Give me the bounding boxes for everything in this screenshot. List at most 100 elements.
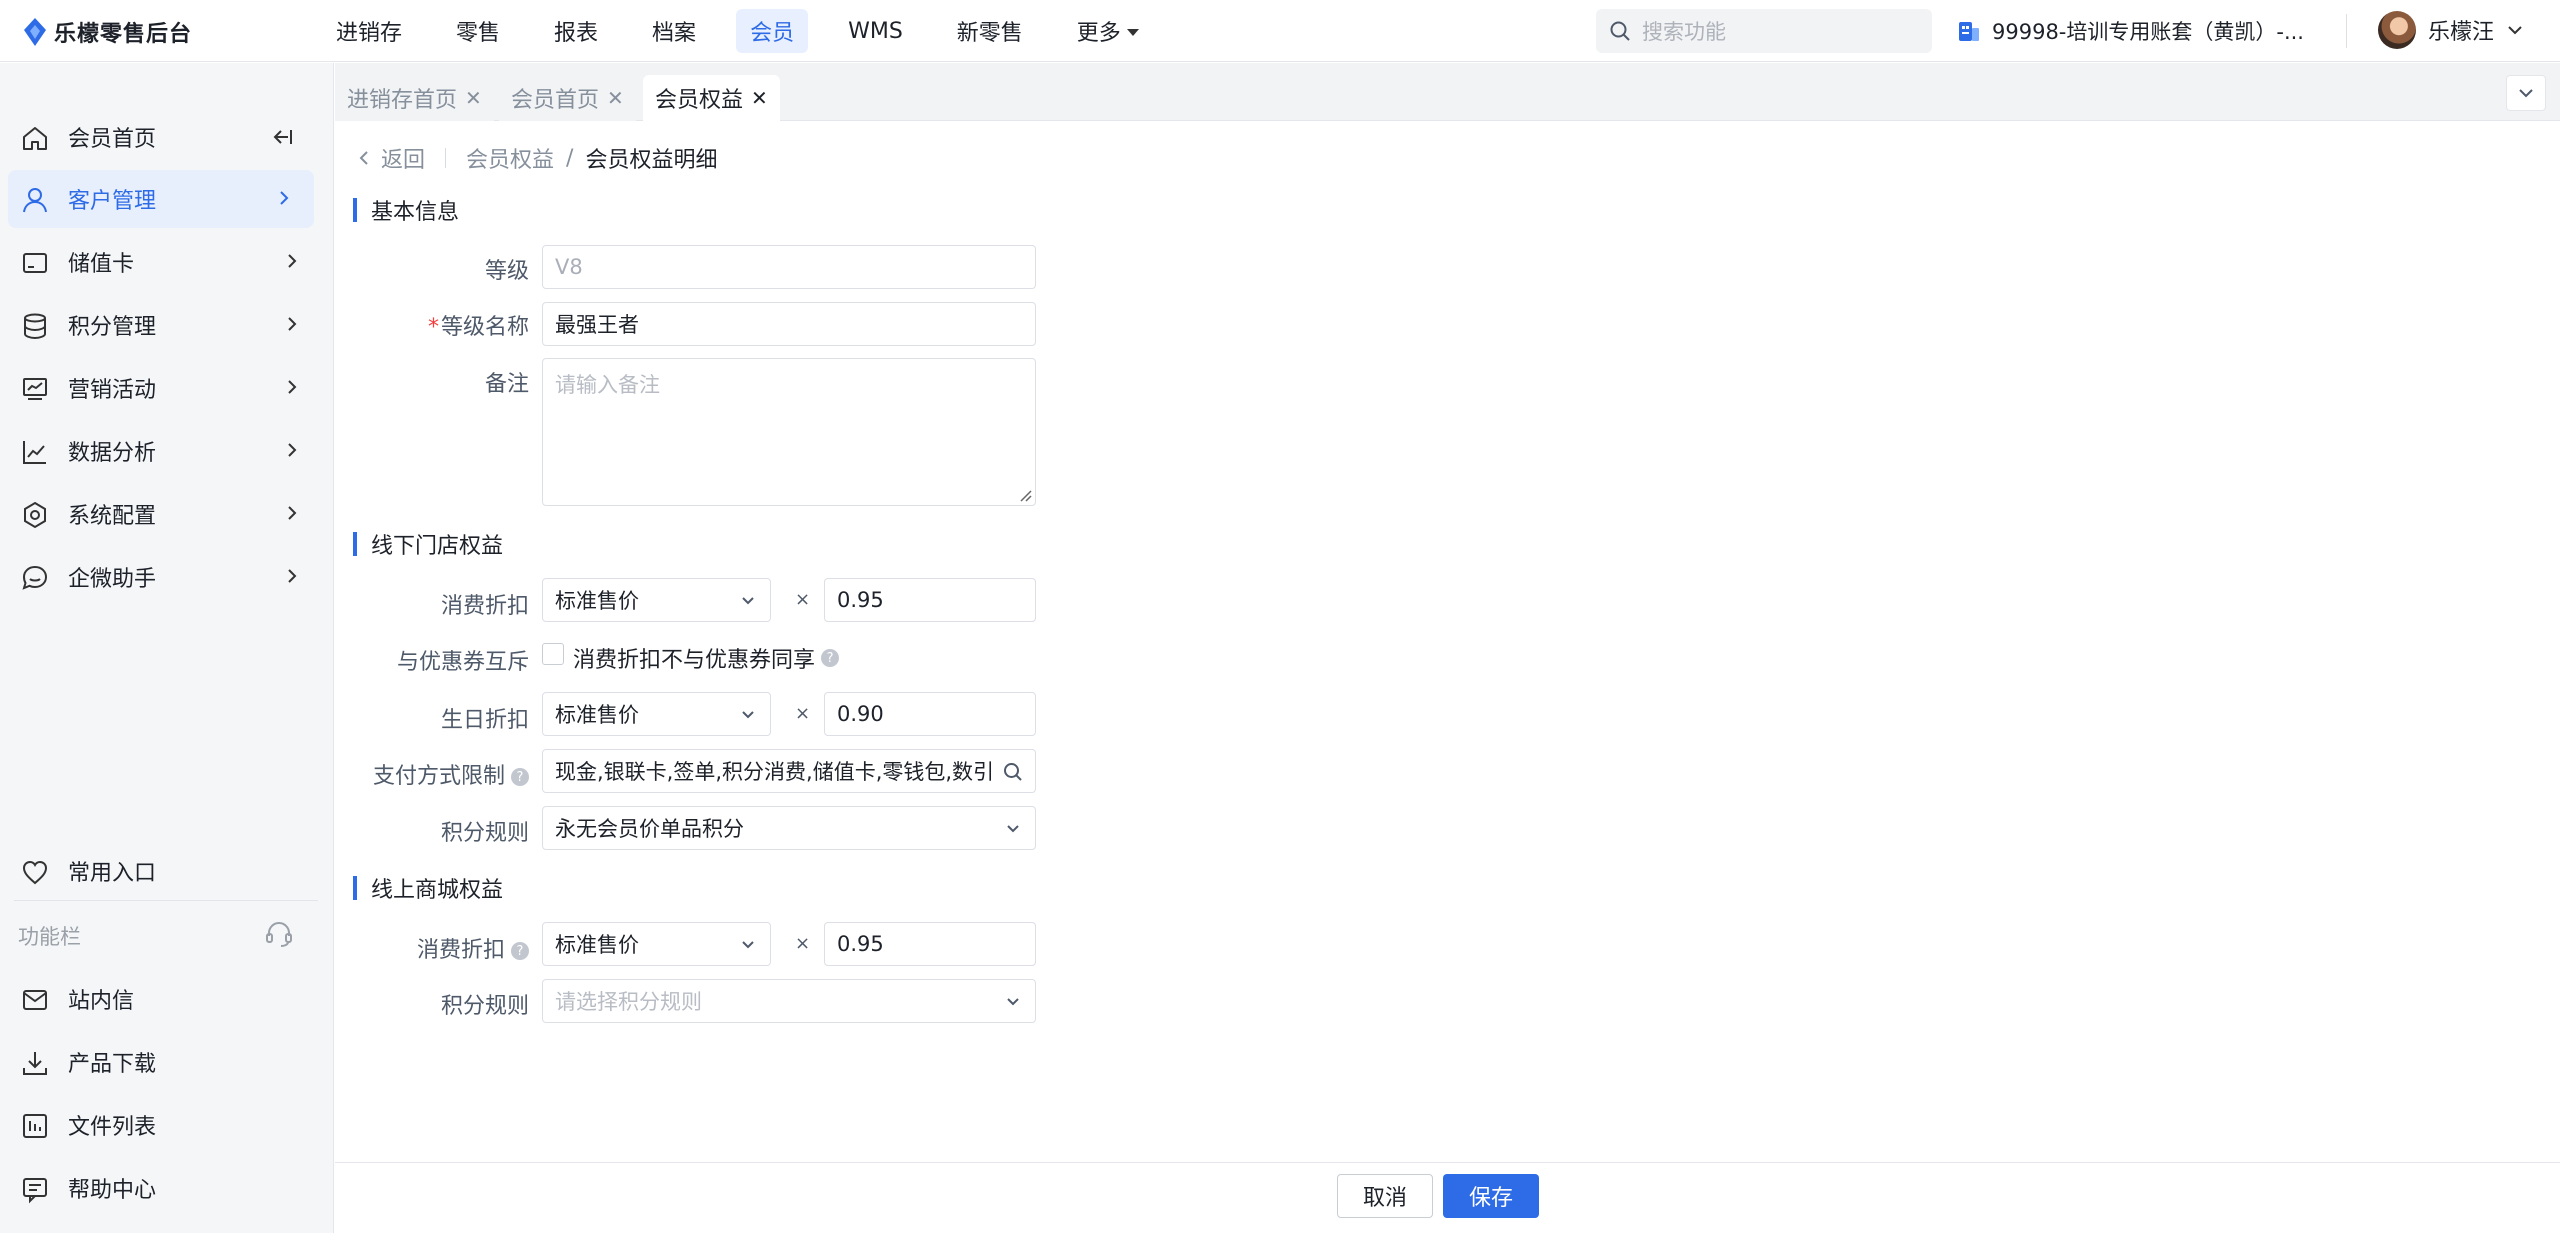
topnav-xinlingshou[interactable]: 新零售 bbox=[943, 9, 1037, 53]
birthday-discount-input[interactable]: 0.90 bbox=[824, 692, 1036, 736]
help-icon[interactable]: ? bbox=[511, 768, 529, 786]
birthday-discount-label: 生日折扣 bbox=[440, 708, 529, 733]
page-tabs: 进销存首页 ✕ 会员首页 ✕ 会员权益 ✕ bbox=[335, 63, 2560, 121]
sidebar-item-data-analysis[interactable]: 数据分析 bbox=[0, 422, 334, 480]
brand-logo[interactable]: 乐檬零售后台 bbox=[22, 16, 192, 48]
discount-value: 0.90 bbox=[837, 702, 884, 726]
top-nav: 进销存 零售 报表 档案 会员 WMS 新零售 更多 bbox=[322, 0, 1179, 62]
offline-discount-price-select[interactable]: 标准售价 bbox=[542, 578, 771, 622]
offline-points-select[interactable]: 永无会员价单品积分 bbox=[542, 806, 1036, 850]
collapse-sidebar-icon[interactable] bbox=[270, 125, 294, 149]
exclusive-checkbox-label[interactable]: 消费折扣不与优惠券同享? bbox=[573, 642, 840, 674]
topnav-baobiao[interactable]: 报表 bbox=[540, 9, 612, 53]
download-icon bbox=[23, 1052, 47, 1075]
back-link[interactable]: 返回 bbox=[357, 142, 425, 174]
topnav-dangan[interactable]: 档案 bbox=[638, 9, 710, 53]
sidebar-item-label: 营销活动 bbox=[68, 378, 157, 403]
exclusive-text: 消费折扣不与优惠券同享 bbox=[573, 648, 816, 673]
sidebar-item-system-config[interactable]: 系统配置 bbox=[0, 485, 334, 543]
brand-name: 乐檬零售后台 bbox=[54, 22, 193, 47]
chevron-right-icon bbox=[288, 380, 297, 394]
top-divider bbox=[2346, 14, 2347, 48]
payment-limit-label: 支付方式限制? bbox=[329, 758, 529, 790]
sidebar-item-points[interactable]: 积分管理 bbox=[0, 296, 334, 354]
help-icon bbox=[23, 1178, 47, 1204]
topnav-label: WMS bbox=[848, 18, 903, 44]
remark-label: 备注 bbox=[484, 372, 529, 397]
close-icon[interactable]: ✕ bbox=[751, 86, 768, 110]
search-icon[interactable] bbox=[1001, 760, 1025, 784]
function-search-input[interactable]: 搜索功能 bbox=[1596, 9, 1932, 53]
tab-inventory-home[interactable]: 进销存首页 ✕ bbox=[335, 75, 494, 121]
topnav-lingshou[interactable]: 零售 bbox=[442, 9, 514, 53]
sidebar-item-customer-management[interactable]: 客户管理 bbox=[8, 170, 314, 228]
topnav-label: 新零售 bbox=[956, 21, 1023, 46]
help-icon[interactable]: ? bbox=[511, 942, 529, 960]
online-discount-price-select[interactable]: 标准售价 bbox=[542, 922, 771, 966]
multiply-sign: × bbox=[795, 703, 811, 724]
sidebar-item-wecom-assistant[interactable]: 企微助手 bbox=[0, 548, 334, 606]
tabs-dropdown-button[interactable] bbox=[2506, 75, 2546, 111]
sidebar-item-label: 文件列表 bbox=[68, 1115, 157, 1140]
topnav-wms[interactable]: WMS bbox=[834, 13, 917, 50]
sidebar-item-label: 积分管理 bbox=[68, 315, 157, 340]
sidebar-item-marketing[interactable]: 营销活动 bbox=[0, 359, 334, 417]
sidebar-item-label: 客户管理 bbox=[68, 189, 157, 214]
payment-limit-input[interactable]: 现金,银联卡,签单,积分消费,储值卡,零钱包,数引 bbox=[542, 749, 1036, 793]
account-switcher[interactable]: 99998-培训专用账套（黄凯）-... bbox=[1956, 12, 2304, 50]
sidebar-item-favorites[interactable]: 常用入口 bbox=[0, 842, 334, 900]
chevron-down-icon bbox=[2519, 89, 2533, 98]
function-bar-label: 功能栏 bbox=[18, 925, 81, 949]
level-label: 等级 bbox=[484, 259, 529, 284]
sidebar-item-member-home[interactable]: 会员首页 bbox=[0, 108, 334, 166]
chart-board-icon bbox=[23, 378, 47, 400]
select-value: 永无会员价单品积分 bbox=[555, 817, 744, 841]
topnav-jinxiaocun[interactable]: 进销存 bbox=[322, 9, 416, 53]
topnav-label: 进销存 bbox=[336, 21, 403, 46]
topnav-label: 报表 bbox=[554, 21, 599, 46]
sidebar-item-inbox[interactable]: 站内信 bbox=[0, 970, 334, 1028]
chevron-right-icon bbox=[280, 191, 289, 205]
sidebar-item-help-center[interactable]: 帮助中心 bbox=[0, 1159, 334, 1217]
exclusive-checkbox[interactable] bbox=[542, 643, 564, 665]
chevron-right-icon bbox=[288, 443, 297, 457]
breadcrumb-parent[interactable]: 会员权益 bbox=[466, 142, 554, 174]
online-points-select[interactable]: 请选择积分规则 bbox=[542, 979, 1036, 1023]
online-discount-input[interactable]: 0.95 bbox=[824, 922, 1036, 966]
headset-icon[interactable] bbox=[264, 919, 294, 949]
breadcrumb-current: 会员权益明细 bbox=[585, 148, 718, 173]
close-icon[interactable]: ✕ bbox=[465, 86, 482, 110]
mail-icon bbox=[23, 990, 47, 1010]
avatar bbox=[2378, 11, 2416, 49]
chevron-down-icon bbox=[1007, 825, 1019, 833]
sidebar-item-file-list[interactable]: 文件列表 bbox=[0, 1096, 334, 1154]
tab-label: 会员权益 bbox=[655, 88, 744, 113]
tab-member-benefits[interactable]: 会员权益 ✕ bbox=[643, 75, 780, 121]
level-name-input[interactable]: 最强王者 bbox=[542, 302, 1036, 346]
account-name: 99998-培训专用账套（黄凯）-... bbox=[1992, 20, 2304, 44]
resize-handle-icon[interactable] bbox=[1018, 488, 1032, 502]
chevron-down-icon bbox=[742, 597, 754, 605]
remark-textarea[interactable]: 请输入备注 bbox=[542, 358, 1036, 506]
offline-discount-input[interactable]: 0.95 bbox=[824, 578, 1036, 622]
birthday-discount-price-select[interactable]: 标准售价 bbox=[542, 692, 771, 736]
section-title: 基本信息 bbox=[371, 200, 460, 225]
chevron-down-icon bbox=[1007, 998, 1019, 1006]
payment-limit-label-text: 支付方式限制 bbox=[372, 764, 505, 789]
close-icon[interactable]: ✕ bbox=[607, 86, 624, 110]
chevron-down-icon bbox=[2508, 26, 2522, 35]
card-icon bbox=[23, 253, 47, 273]
topnav-huiyuan[interactable]: 会员 bbox=[736, 9, 809, 53]
select-value: 标准售价 bbox=[555, 703, 639, 727]
save-button[interactable]: 保存 bbox=[1443, 1174, 1539, 1218]
user-menu[interactable]: 乐檬汪 bbox=[2378, 11, 2524, 49]
breadcrumb-separator: / bbox=[566, 145, 574, 171]
sidebar-item-download[interactable]: 产品下载 bbox=[0, 1033, 334, 1091]
section-basic-info: 基本信息 bbox=[353, 194, 459, 226]
tab-member-home[interactable]: 会员首页 ✕ bbox=[499, 75, 636, 121]
cancel-button[interactable]: 取消 bbox=[1337, 1174, 1433, 1218]
help-icon[interactable]: ? bbox=[821, 649, 840, 667]
sidebar-item-stored-value-card[interactable]: 储值卡 bbox=[0, 233, 334, 291]
topnav-more[interactable]: 更多 bbox=[1063, 9, 1153, 53]
sidebar-item-label: 系统配置 bbox=[68, 504, 157, 529]
